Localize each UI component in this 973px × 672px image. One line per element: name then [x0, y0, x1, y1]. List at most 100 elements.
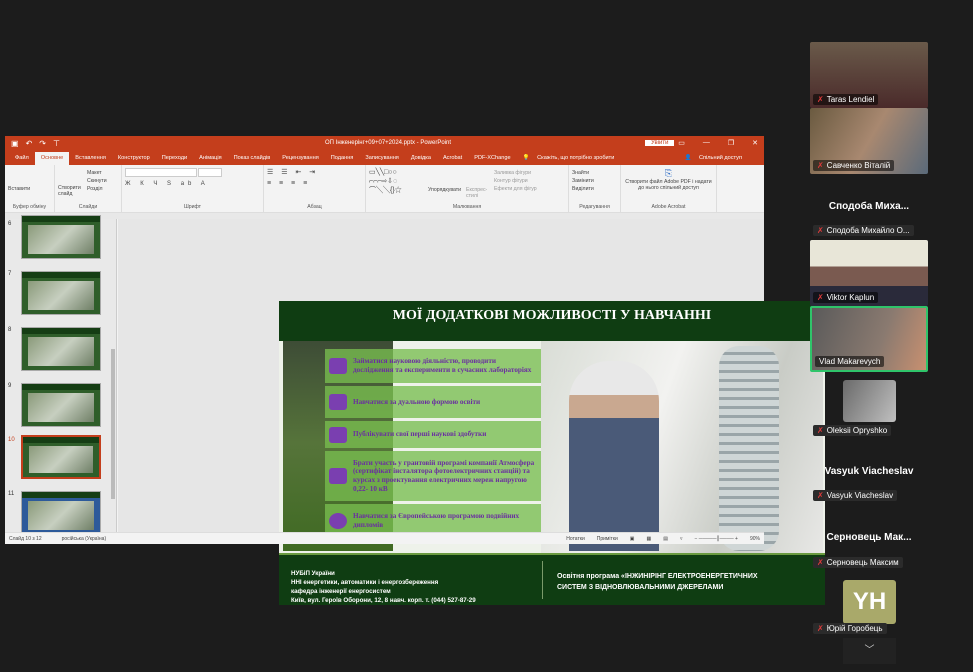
close-icon[interactable]: ✕	[752, 139, 758, 147]
redo-icon[interactable]: ↷	[39, 139, 46, 148]
tab-help[interactable]: Довідка	[405, 152, 437, 165]
zoom-level[interactable]: 90%	[750, 536, 760, 542]
participant-name[interactable]: ✗ Oleksii Opryshko	[813, 425, 892, 436]
mic-muted-icon: ✗	[817, 226, 824, 235]
language-indicator[interactable]: російська (Україна)	[62, 536, 107, 542]
slide-thumbnails-panel: 6 7 8 9 10 11	[5, 215, 117, 535]
tell-me-search[interactable]: 💡 Скажіть, що потрібно зробити	[517, 152, 627, 165]
replace-button[interactable]: Замінити	[572, 178, 617, 184]
font-name-select[interactable]	[125, 168, 197, 177]
shape-fill-button[interactable]: Заливка фігури	[494, 170, 537, 176]
tab-home[interactable]: Основне	[34, 152, 70, 165]
shapes-gallery[interactable]: ▭╲╲□○○ ⌐⌐⌐⇨⇩◌ ⌒╲╲{}☆	[369, 168, 402, 195]
slide-thumbnail[interactable]	[21, 215, 101, 259]
participant-video[interactable]: ✗ Viktor Kaplun	[810, 240, 928, 306]
tab-recording[interactable]: Записування	[359, 152, 404, 165]
mic-muted-icon: ✗	[817, 426, 824, 435]
tab-animations[interactable]: Анімація	[193, 152, 228, 165]
find-button[interactable]: Знайти	[572, 170, 617, 176]
reset-button[interactable]: Скинути	[87, 178, 107, 184]
group-label: Абзац	[307, 204, 322, 210]
paste-button[interactable]: Вставити	[8, 186, 51, 192]
participant-name[interactable]: ✗ Сподоба Михайло О...	[813, 225, 914, 236]
zoom-slider[interactable]: − ─────┃──── +	[694, 536, 738, 542]
slide-thumbnail[interactable]	[21, 271, 101, 315]
insulator-figure	[719, 346, 779, 551]
font-size-select[interactable]	[198, 168, 223, 177]
scroll-down-button[interactable]: ﹀	[843, 638, 896, 664]
slide-thumbnail[interactable]	[21, 491, 101, 535]
footer-program: Освітня програма «ІНЖИНІРІНГ ЕЛЕКТРОЕНЕР…	[557, 573, 758, 580]
minimize-icon[interactable]: —	[703, 139, 710, 147]
mic-muted-icon: ✗	[817, 624, 824, 633]
list-item: Публікувати свої перші наукові здобутки	[325, 421, 541, 448]
thumbnail-number: 6	[8, 221, 12, 227]
comments-button[interactable]: Примітки	[597, 536, 618, 542]
shape-effects-button[interactable]: Ефекти для фігур	[494, 186, 537, 192]
notes-button[interactable]: Нотатки	[566, 536, 584, 542]
tab-design[interactable]: Конструктор	[112, 152, 156, 165]
font-format-buttons[interactable]: Ж К Ч S ab A	[125, 181, 260, 187]
item-text: Публікувати свої перші наукові здобутки	[353, 430, 487, 439]
maximize-icon[interactable]: ❐	[728, 139, 734, 147]
section-button[interactable]: Розділ	[87, 186, 107, 192]
new-slide-button[interactable]: Створити слайд	[58, 185, 84, 197]
tab-review[interactable]: Рецензування	[276, 152, 324, 165]
slide-thumbnail[interactable]	[21, 327, 101, 371]
graduation-cap-icon	[329, 394, 347, 410]
item-text: Навчатися за Європейською програмою подв…	[353, 512, 520, 529]
login-button[interactable]: Увійти	[645, 140, 675, 146]
save-icon[interactable]: ▣	[11, 139, 19, 148]
tab-insert[interactable]: Вставлення	[69, 152, 112, 165]
reading-view-icon[interactable]: ▤	[663, 536, 668, 542]
ribbon-display-icon[interactable]: ▭	[678, 139, 685, 147]
present-icon[interactable]: ⊤	[53, 139, 60, 148]
sorter-view-icon[interactable]: ▦	[646, 536, 651, 542]
shape-outline-button[interactable]: Контур фігури	[494, 178, 537, 184]
participant-name: Vlad Makarevych	[815, 356, 885, 367]
mic-muted-icon: ✗	[817, 558, 824, 567]
group-clipboard: Вставити Буфер обміну	[5, 165, 55, 212]
share-button[interactable]: 👤 Спільний доступ	[678, 152, 754, 165]
arrange-button[interactable]: Упорядкувати	[428, 187, 461, 193]
participant-name[interactable]: ✗ Юрій Горобець	[813, 623, 887, 634]
slideshow-view-icon[interactable]: ▿	[680, 536, 683, 542]
participant-video[interactable]: ✗ Савченко Віталій	[810, 108, 928, 174]
footer-line: ННІ енергетики, автоматики і енергозбере…	[291, 578, 439, 586]
participant-video[interactable]: ✗ Taras Lendiel	[810, 42, 928, 108]
list-buttons[interactable]: ☰ ☰ ⇤ ⇥	[267, 168, 362, 176]
tab-view[interactable]: Подання	[325, 152, 360, 165]
align-buttons[interactable]: ≡ ≡ ≡ ≡	[267, 180, 362, 187]
undo-icon[interactable]: ↶	[26, 139, 33, 148]
create-pdf-button[interactable]: Створити файл Adobe PDF і надати до ньог…	[624, 179, 713, 191]
slide-thumbnail[interactable]	[21, 383, 101, 427]
tab-transitions[interactable]: Переходи	[156, 152, 193, 165]
participant-title: Vasyuk Viacheslav	[824, 466, 914, 477]
avatar[interactable]: YH	[843, 580, 896, 624]
footer-line: кафедра інженерії енергосистем	[291, 587, 391, 595]
tab-file[interactable]: Файл	[9, 152, 35, 165]
item-text: Навчатися за дуальною формою освіти	[353, 397, 481, 406]
powerpoint-window: ▣ ↶ ↷ ⊤ ОП Інженерінг+09+07+2024.pptx - Pow…	[5, 136, 825, 605]
thumbnail-number: 11	[8, 491, 15, 497]
globe-icon	[329, 513, 347, 529]
ribbon: Вставити Буфер обміну Створити слайд Мак…	[5, 165, 764, 213]
tab-pdfxchange[interactable]: PDF-XChange	[468, 152, 516, 165]
quick-styles-button[interactable]: Експрес-стилі	[466, 187, 488, 199]
tab-acrobat[interactable]: Acrobat	[437, 152, 468, 165]
participant-name[interactable]: ✗ Vasyuk Viacheslav	[813, 490, 898, 501]
participant-name: ✗ Viktor Kaplun	[813, 292, 879, 303]
list-item: Брати участь у грантовій програмі компан…	[325, 451, 541, 501]
normal-view-icon[interactable]: ▣	[630, 536, 635, 542]
group-label: Шрифт	[183, 204, 202, 210]
layout-button[interactable]: Макет	[87, 170, 107, 176]
thumbnails-scrollbar[interactable]	[111, 349, 115, 499]
participant-video-active-speaker[interactable]: Vlad Makarevych	[810, 306, 928, 372]
slide-footer: НУБіП України ННІ енергетики, автоматики …	[279, 553, 825, 605]
participant-video[interactable]	[843, 380, 896, 422]
participant-title: Сподоба Миха...	[828, 201, 910, 212]
slide-thumbnail-selected[interactable]	[21, 435, 101, 479]
tab-slideshow[interactable]: Показ слайдів	[228, 152, 277, 165]
select-button[interactable]: Виділити	[572, 186, 617, 192]
participant-name[interactable]: ✗ Серновець Максим	[813, 557, 903, 568]
